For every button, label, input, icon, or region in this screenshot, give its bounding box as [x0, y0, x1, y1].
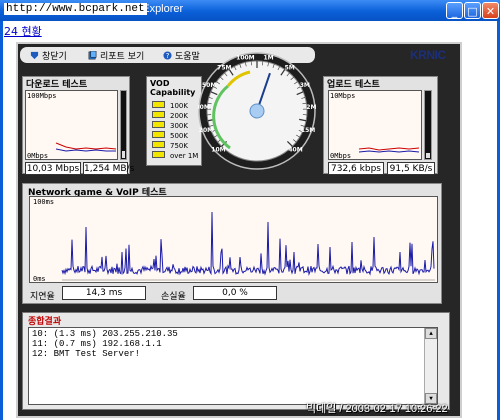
upload-speed-bytes: 91,5 KB/s: [387, 162, 435, 175]
report-button[interactable]: 리포트 보기: [88, 49, 144, 62]
gauge-scale-label: 15M: [301, 127, 315, 134]
network-ymin: 0ms: [33, 275, 46, 283]
result-line: 12: BMT Test Server!: [32, 349, 141, 359]
vod-level-label: 500K: [170, 132, 188, 140]
network-ymax: 100ms: [33, 198, 55, 206]
result-line: 10: (1.3 ms) 203.255.210.35: [32, 329, 178, 339]
vod-level-label: 100K: [170, 102, 188, 110]
loss-label: 손실율: [161, 292, 186, 302]
vod-title-line1: VOD: [150, 79, 170, 88]
latency-value: 14,3 ms: [62, 286, 146, 300]
report-icon: [88, 51, 97, 60]
upload-level-bar: [424, 90, 432, 160]
report-label: 리포트 보기: [100, 52, 145, 62]
vod-level-swatch: [152, 141, 165, 148]
upload-speed-bps: 732,6 kbps: [328, 162, 384, 175]
upload-level-fill: [426, 153, 430, 158]
latency-trace: [61, 211, 435, 276]
result-title: 종합결과: [28, 317, 62, 327]
shield-icon: [30, 51, 39, 60]
close-window-button[interactable]: ✕: [482, 2, 499, 19]
download-ymin: 0Mbps: [27, 152, 49, 160]
gauge-scale-label: 1M: [264, 55, 274, 62]
upload-title: 업로드 테스트: [327, 80, 380, 90]
vod-level-row: 750K: [152, 141, 188, 150]
vod-capability-panel: VOD Capability 100K 200K 300K 500K 750K o…: [146, 76, 202, 166]
top-link[interactable]: 24 현황: [4, 23, 42, 39]
vod-level-swatch: [152, 131, 165, 138]
upload-chart: [328, 90, 422, 160]
gauge-scale-label: 3M: [300, 82, 310, 89]
vod-level-label: over 1M: [170, 152, 199, 160]
gauge-hub: [249, 103, 265, 119]
gauge-scale-label: 100M: [236, 55, 255, 62]
gauge-scale-label: 10M: [211, 147, 225, 154]
vod-title: VOD Capability: [150, 79, 195, 97]
vod-level-label: 750K: [170, 142, 188, 150]
krnic-logo: KRNIC: [410, 48, 446, 62]
vod-level-row: 500K: [152, 131, 188, 140]
vod-level-row: over 1M: [152, 151, 198, 160]
watermark-footer: 빅데일 / 2003-02-17 10:26:22: [306, 403, 448, 415]
gauge-scale-label: 40M: [288, 147, 302, 154]
vod-level-row: 300K: [152, 121, 188, 130]
network-graph: [61, 211, 435, 281]
result-log[interactable]: 10: (1.3 ms) 203.255.210.35 11: (0.7 ms)…: [28, 327, 438, 405]
minimize-button[interactable]: _: [446, 2, 463, 19]
vod-level-row: 200K: [152, 111, 188, 120]
upload-graph: [358, 147, 420, 153]
result-line: 11: (0.7 ms) 192.168.1.1: [32, 339, 162, 349]
latency-label: 지연율: [30, 292, 55, 302]
download-ymax: 100Mbps: [27, 92, 57, 100]
vod-level-swatch: [152, 101, 165, 108]
vod-title-line2: Capability: [150, 88, 196, 97]
url-overlay: http://www.bcpark.net: [4, 3, 147, 15]
help-icon: ?: [163, 51, 172, 60]
upload-ymin: 0Mbps: [330, 152, 352, 160]
result-scrollbar[interactable]: ▲ ▼: [424, 328, 437, 404]
download-graph: [55, 142, 117, 152]
vod-level-row: 100K: [152, 101, 188, 110]
scroll-up-arrow-icon[interactable]: ▲: [425, 328, 437, 339]
gauge-scale-label: 50M: [202, 82, 216, 89]
download-speed-bytes: 1,254 MB/s: [83, 162, 135, 175]
close-app-label: 창닫기: [42, 52, 67, 62]
close-app-button[interactable]: 창닫기: [30, 49, 67, 62]
gauge-scale-label: 20M: [199, 127, 213, 134]
download-level-bar: [120, 90, 127, 160]
maximize-button[interactable]: □: [464, 2, 481, 19]
vod-level-label: 300K: [170, 122, 188, 130]
network-chart: [29, 196, 438, 283]
download-level-fill: [122, 151, 125, 158]
download-title: 다운로드 테스트: [26, 80, 88, 90]
gauge-scale-label: 2M: [306, 104, 316, 111]
gauge-scale-label: 75M: [217, 64, 231, 71]
download-speed-bps: 10,03 Mbps: [25, 162, 81, 175]
upload-ymax: 10Mbps: [330, 92, 356, 100]
download-chart: [25, 90, 118, 160]
vod-level-swatch: [152, 111, 165, 118]
speed-gauge: 10M 20M 30M 50M 75M 100M 1M 5M 3M 2M 15M 40M: [198, 52, 316, 170]
gauge-scale-label: 5M: [285, 64, 295, 71]
svg-text:?: ?: [166, 51, 170, 60]
vod-level-swatch: [152, 121, 165, 128]
gauge-scale-label: 30M: [198, 104, 210, 111]
window-titlebar[interactable]: at Explorer http://www.bcpark.net _ □ ✕: [0, 0, 500, 21]
help-label: 도움말: [175, 52, 200, 62]
vod-level-swatch: [152, 151, 165, 158]
loss-value: 0,0 %: [193, 286, 277, 300]
help-button[interactable]: ? 도움말: [163, 49, 200, 62]
vod-level-label: 200K: [170, 112, 188, 120]
